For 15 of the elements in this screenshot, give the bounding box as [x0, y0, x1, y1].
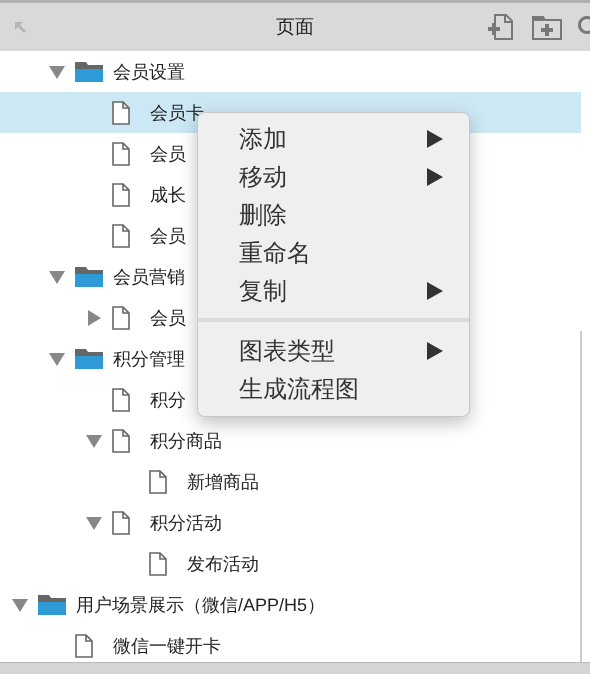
tree-item-label: 新增商品	[187, 470, 259, 494]
tree-item-label: 用户场景展示（微信/APP/H5）	[76, 594, 326, 616]
tree-item-label: 积分商品	[150, 430, 222, 452]
tree-item-label: 发布活动	[187, 552, 259, 576]
tree-item-label: 积分管理	[113, 348, 185, 370]
tree-item-label: 积分活动	[150, 512, 222, 534]
tree-item-label: 会员	[150, 224, 186, 248]
panel-title: 页面	[276, 16, 314, 40]
tree-item-label: 积分	[150, 388, 186, 412]
tree-item-label: 成长	[150, 184, 186, 206]
tree-item-label: 会员营销	[113, 266, 185, 288]
tree-item-label: 微信一键开卡	[113, 634, 221, 658]
tree-item-label: 会员	[150, 306, 186, 330]
tree-item-label: 会员设置	[113, 60, 185, 84]
tree-item-label: 会员	[150, 142, 186, 166]
